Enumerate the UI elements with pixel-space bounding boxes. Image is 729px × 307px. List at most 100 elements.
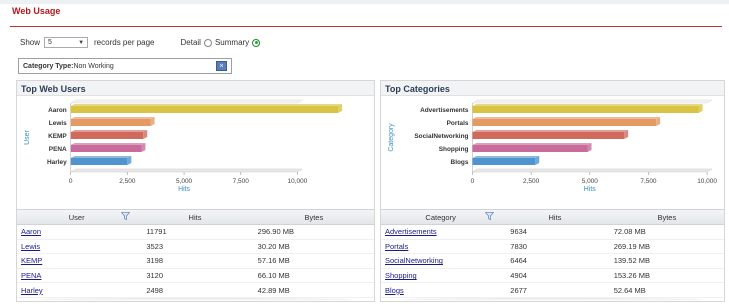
categories-bar-chart: 0 2,500 5,000 7,500 10,000 Hits Category Advert…: [388, 99, 717, 193]
table-row: Lewis 3523 30.20 MB: [17, 240, 374, 255]
detail-radio[interactable]: [203, 38, 212, 47]
view-mode-group: Detail Summary: [181, 38, 261, 47]
table-row: Aaron 11791 296.90 MB: [17, 225, 374, 240]
bar-top: [472, 156, 540, 158]
records-per-page-value: 5: [48, 39, 52, 46]
row-name-link[interactable]: Shopping: [381, 271, 500, 280]
categories-table: Category Hits Bytes Advertisements 9634 72…: [381, 209, 724, 298]
panel-title: Top Categories: [381, 81, 724, 96]
row-hits: 3120: [146, 271, 163, 281]
column-hits[interactable]: Hits: [136, 213, 253, 222]
users-bar-chart: 0 2,500 5,000 7,500 10,000 Hits User Aaron Lewis…: [24, 99, 343, 193]
filter-icon[interactable]: [121, 211, 131, 220]
y-category-label: Harley: [47, 159, 67, 166]
panel-shadow: [401, 298, 704, 301]
bar-top: [70, 104, 343, 106]
bar[interactable]: [472, 145, 588, 152]
x-tick-label: 7,500: [233, 178, 250, 185]
y-category-label: KEMP: [48, 133, 67, 140]
column-bytes[interactable]: Bytes: [610, 213, 724, 222]
table-row: Advertisements 9634 72.08 MB: [381, 225, 724, 240]
filter-icon[interactable]: [485, 211, 495, 220]
row-hits: 4904: [510, 271, 527, 281]
users-table: User Hits Bytes Aaron 11791 296.90 MB Lewis…: [17, 209, 374, 298]
row-bytes: 269.19 MB: [613, 241, 650, 251]
header-user-label: User: [68, 212, 85, 222]
row-bytes: 139.52 MB: [613, 256, 650, 266]
x-tick-label: 5,000: [582, 178, 599, 185]
top-categories-panel: Top Categories 0 2,500 5,000 7,500 10,000 Hit…: [380, 80, 725, 302]
bar[interactable]: [472, 132, 625, 139]
row-name-link[interactable]: KEMP: [17, 256, 136, 265]
records-per-page-label: records per page: [94, 38, 155, 47]
row-bytes: 72.08 MB: [613, 227, 646, 237]
row-hits: 2498: [146, 285, 163, 295]
row-name-link[interactable]: Lewis: [17, 242, 136, 251]
bar[interactable]: [70, 158, 128, 165]
x-tick-label: 2,500: [119, 178, 136, 185]
filter-value: Non Working: [73, 62, 114, 70]
row-name-link[interactable]: Harley: [17, 286, 136, 295]
y-category-label: SocialNetworking: [414, 133, 468, 140]
table-row: Harley 2498 42.89 MB: [17, 283, 374, 298]
row-name-link[interactable]: Aaron: [17, 227, 136, 236]
chart-floor: [69, 168, 304, 173]
row-hits: 2677: [510, 285, 527, 295]
panel-title: Top Web Users: [17, 81, 374, 96]
bar[interactable]: [70, 106, 339, 113]
column-category[interactable]: Category: [381, 211, 500, 222]
title-divider: [10, 26, 722, 27]
table-row: Blogs 2677 52.64 MB: [381, 283, 724, 298]
table-row: Shopping 4904 153.26 MB: [381, 269, 724, 284]
header-hits-label: Hits: [188, 212, 202, 222]
column-bytes[interactable]: Bytes: [254, 213, 374, 222]
row-name-link[interactable]: Portals: [381, 242, 500, 251]
column-user[interactable]: User: [17, 211, 136, 222]
bar[interactable]: [70, 132, 144, 139]
top-strip: [0, 0, 729, 4]
bar-top: [472, 143, 592, 145]
row-name-link[interactable]: PENA: [17, 271, 136, 280]
bar[interactable]: [472, 119, 657, 126]
page-title: Web Usage: [12, 6, 61, 16]
column-hits[interactable]: Hits: [500, 213, 609, 222]
bar-top: [70, 143, 146, 145]
x-tick-label: 2,500: [523, 178, 540, 185]
bar[interactable]: [70, 145, 142, 152]
clear-filter-icon[interactable]: ×: [216, 61, 227, 71]
top-web-users-panel: Top Web Users 0 2,500 5,000 7,500 10,000 Hits…: [16, 80, 375, 302]
row-hits: 7830: [510, 241, 527, 251]
chevron-down-icon: ▼: [78, 39, 85, 46]
x-tick-label: 10,000: [697, 178, 717, 185]
row-name-link[interactable]: Advertisements: [381, 227, 500, 236]
users-rows: Aaron 11791 296.90 MB Lewis 3523 30.20 MB KEMP…: [17, 225, 374, 298]
bar-top: [70, 156, 132, 158]
x-axis-title: Hits: [584, 186, 596, 193]
bar[interactable]: [472, 158, 536, 165]
table-header: User Hits Bytes: [17, 209, 374, 225]
header-bytes-label: Bytes: [657, 212, 677, 222]
row-hits: 9634: [510, 227, 527, 237]
row-name-link[interactable]: Blogs: [381, 286, 500, 295]
header-hits-label: Hits: [548, 212, 562, 222]
table-row: SocialNetworking 6464 139.52 MB: [381, 254, 724, 269]
show-label: Show: [20, 38, 41, 47]
records-per-page-select[interactable]: 5 ▼: [44, 37, 89, 48]
table-row: KEMP 3198 57.16 MB: [17, 254, 374, 269]
bar-top: [70, 117, 155, 119]
x-axis-title: Hits: [178, 186, 190, 193]
header-bytes-label: Bytes: [304, 212, 324, 222]
x-tick-label: 10,000: [288, 178, 308, 185]
x-tick-label: 0: [471, 178, 475, 185]
bar-top: [472, 130, 629, 132]
row-name-link[interactable]: SocialNetworking: [381, 256, 500, 265]
header-category-label: Category: [425, 212, 456, 222]
bar[interactable]: [472, 106, 699, 113]
summary-label: Summary: [214, 38, 250, 47]
filter-label: Category Type:: [23, 62, 74, 70]
panel-shadow: [37, 298, 354, 301]
bar[interactable]: [70, 119, 151, 126]
row-bytes: 52.64 MB: [613, 285, 646, 295]
row-hits: 11791: [146, 227, 167, 237]
summary-radio[interactable]: [252, 38, 261, 47]
